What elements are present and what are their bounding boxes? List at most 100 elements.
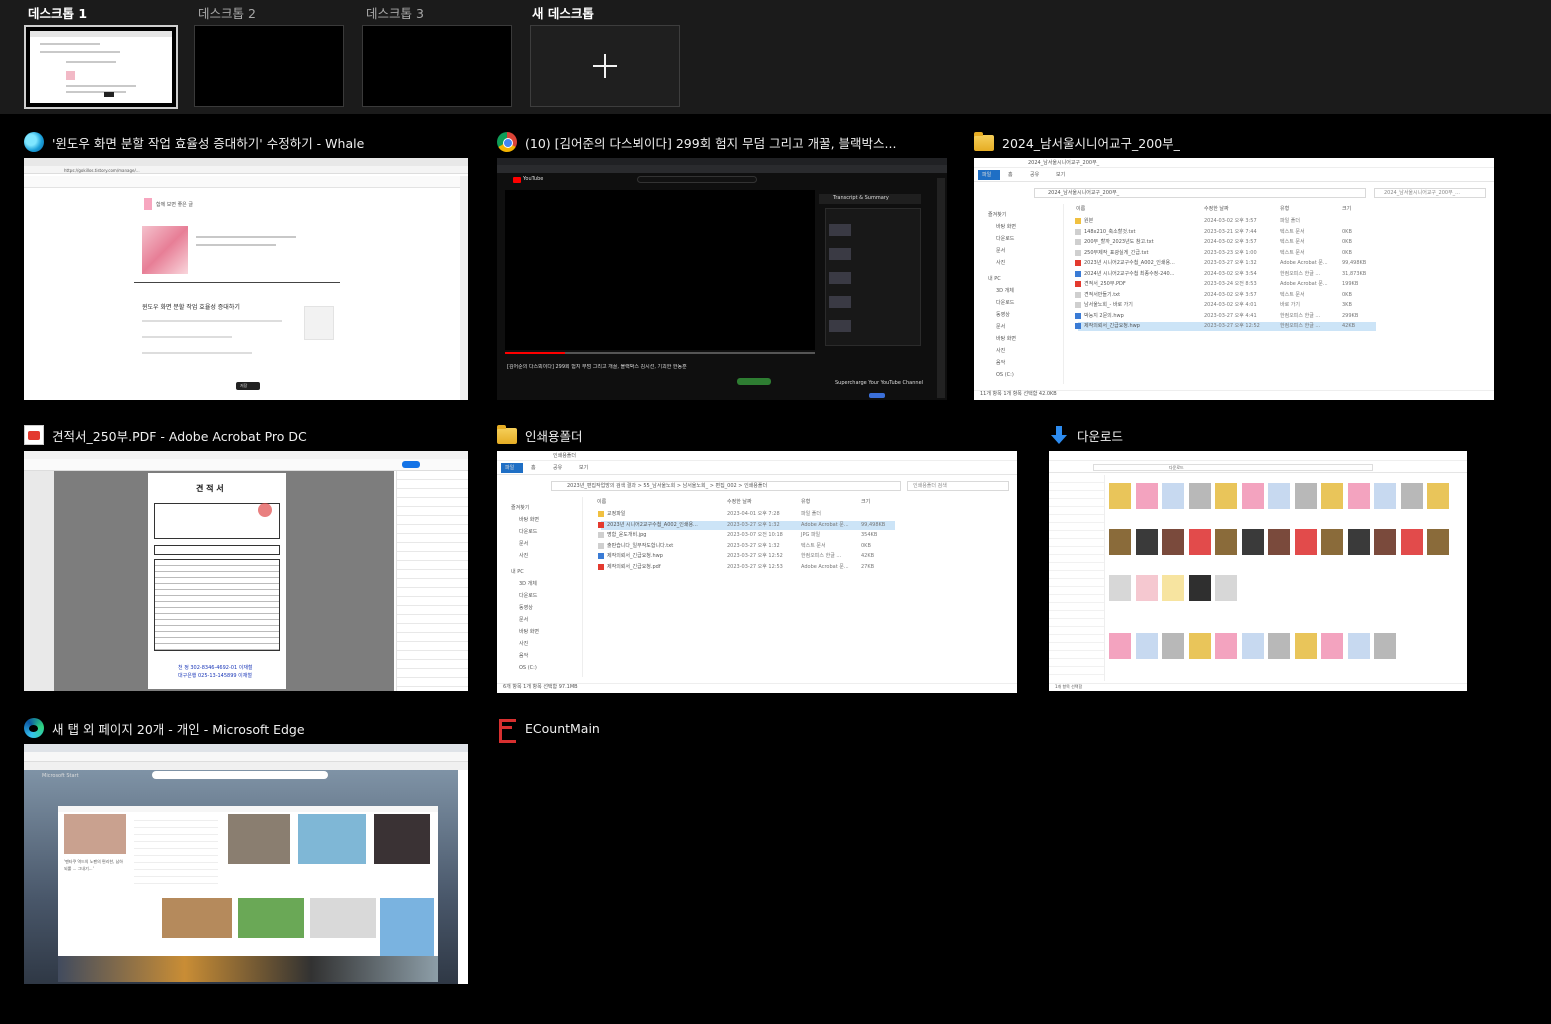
file-thumbnail[interactable]	[1347, 529, 1370, 555]
window-card-downloads[interactable]: 다운로드 다운로드 1개 항목 선택함	[1049, 423, 1467, 693]
window-thumbnail-chrome[interactable]: YouTube [김어준의 다스뵈이다] 299회 험지 무덤 그리고 개꿀, …	[497, 158, 947, 400]
file-thumbnail[interactable]	[1268, 529, 1290, 555]
file-thumbnail[interactable]	[1109, 575, 1131, 601]
window-thumbnail-explorer-senior[interactable]: 2024_남서울시니어교구_200부_ 파일 홈 공유 보기 2024_남서울시…	[974, 158, 1494, 400]
file-thumbnail[interactable]	[1400, 529, 1423, 555]
file-type: 텍스트 문서	[1280, 291, 1305, 298]
file-name[interactable]: 원본	[1084, 218, 1093, 225]
file-name[interactable]: 2024년 시니어2교구수첩 최종수정-240...	[1084, 271, 1174, 278]
file-thumbnail[interactable]	[1241, 633, 1264, 659]
navigation-pane: 즐겨찾기 바탕 화면 다운로드 문서 사진 내 PC 3D 개체 다운로드 동영…	[497, 497, 583, 677]
file-thumbnail[interactable]	[1268, 483, 1290, 509]
file-icon	[1075, 312, 1081, 319]
file-name[interactable]: 견적서_250부.PDF	[1084, 281, 1126, 288]
file-thumbnail[interactable]	[1109, 633, 1131, 659]
file-thumbnail[interactable]	[1215, 575, 1237, 601]
file-date: 2023-03-23 오후 1:00	[1204, 249, 1257, 256]
file-thumbnail[interactable]	[1135, 483, 1158, 509]
file-thumbnail[interactable]	[1374, 483, 1396, 509]
window-thumbnail-downloads[interactable]: 다운로드 1개 항목 선택함	[1049, 451, 1467, 691]
file-thumbnail[interactable]	[1188, 529, 1211, 555]
file-name[interactable]: 제작의뢰서_긴급요청.hwp	[1084, 323, 1140, 330]
file-thumbnail[interactable]	[1215, 529, 1237, 555]
file-date: 2024-03-02 오후 4:01	[1204, 302, 1257, 308]
window-title: 새 탭 외 페이지 20개 - 개인 - Microsoft Edge	[52, 721, 305, 737]
file-thumbnail[interactable]	[1321, 529, 1343, 555]
file-icon	[598, 532, 604, 538]
file-size: 199KB	[1342, 281, 1359, 287]
new-desktop-button[interactable]	[530, 25, 680, 107]
file-thumbnail[interactable]	[1135, 529, 1158, 555]
desktop-3-preview[interactable]	[362, 25, 512, 107]
file-thumbnail[interactable]	[1241, 483, 1264, 509]
file-size: 42KB	[1342, 323, 1356, 329]
file-thumbnail[interactable]	[1162, 633, 1184, 659]
file-thumbnail[interactable]	[1188, 483, 1211, 509]
file-name[interactable]: 교정파일	[607, 511, 625, 518]
window-title: (10) [김어준의 다스뵈이다] 299회 험지 무덤 그리고 개꿀, 블랙박…	[525, 135, 897, 151]
file-name[interactable]: 명함_윤도개비.jpg	[607, 532, 646, 539]
window-thumbnail-acrobat[interactable]: 견 적 서 천 정 302-8346-4692-01 이재철 대구은행 025-…	[24, 451, 468, 691]
desktop-3-label: 데스크톱 3	[366, 6, 424, 21]
desktop-1-preview[interactable]	[24, 25, 178, 109]
file-thumbnail[interactable]	[1188, 575, 1211, 601]
plus-icon	[593, 54, 617, 78]
file-thumbnail[interactable]	[1321, 483, 1343, 509]
window-thumbnail-whale[interactable]: https://gokillos.tistory.com/manage/... …	[24, 158, 468, 400]
file-thumbnail[interactable]	[1135, 633, 1158, 659]
file-thumbnail[interactable]	[1109, 483, 1131, 509]
chrome-icon	[497, 132, 517, 152]
file-name[interactable]: 250부제작_표광실게_긴급.txt	[1084, 250, 1148, 257]
file-name[interactable]: 2023년 시니어2교구수첩_A002_인쇄용...	[1084, 260, 1175, 267]
file-thumbnail[interactable]	[1427, 483, 1449, 509]
file-thumbnail[interactable]	[1347, 633, 1370, 659]
window-thumbnail-edge[interactable]: Microsoft Start '펜타쿠 역드의 노팬의 편리한, 남하 되롤 …	[24, 744, 468, 984]
window-card-ecount[interactable]: ECountMain	[497, 716, 797, 743]
file-type: Adobe Acrobat 문...	[1280, 260, 1328, 266]
file-name[interactable]: 출판습니다_일부작도합니다.txt	[607, 543, 673, 550]
window-card-explorer-print[interactable]: 인쇄용폴더 인쇄용폴더 파일 홈 공유 보기 2023년_편집작업방의 검색 결…	[497, 423, 1017, 695]
window-card-explorer-senior[interactable]: 2024_남서울시니어교구_200부_ 2024_남서울시니어교구_200부_ …	[974, 130, 1494, 402]
file-thumbnail[interactable]	[1215, 633, 1237, 659]
file-thumbnail[interactable]	[1294, 529, 1317, 555]
window-card-edge[interactable]: 새 탭 외 페이지 20개 - 개인 - Microsoft Edge Micr…	[24, 716, 468, 986]
file-icon	[1075, 249, 1081, 256]
desktop-2-preview[interactable]	[194, 25, 344, 107]
file-thumbnail[interactable]	[1109, 529, 1131, 555]
window-card-chrome[interactable]: (10) [김어준의 다스뵈이다] 299회 험지 무덤 그리고 개꿀, 블랙박…	[497, 130, 947, 402]
file-thumbnail[interactable]	[1162, 575, 1184, 601]
file-name[interactable]: 제작의뢰서_긴급요청.hwp	[607, 553, 663, 560]
file-name[interactable]: 제작의뢰서_긴급요청.pdf	[607, 564, 661, 571]
file-date: 2023-04-01 오후 7:28	[727, 511, 780, 517]
file-name[interactable]: 2023년 시니어2교구수첩_A002_인쇄용...	[607, 522, 698, 529]
file-thumbnail[interactable]	[1294, 483, 1317, 509]
file-thumbnail[interactable]	[1321, 633, 1343, 659]
file-thumbnail[interactable]	[1162, 483, 1184, 509]
file-thumbnail[interactable]	[1427, 529, 1449, 555]
file-size: 354KB	[861, 532, 878, 538]
file-thumbnail[interactable]	[1188, 633, 1211, 659]
file-icon	[598, 563, 604, 570]
file-name[interactable]: 박능지 2문의.hwp	[1084, 313, 1124, 320]
file-thumbnail[interactable]	[1347, 483, 1370, 509]
file-thumbnail[interactable]	[1294, 633, 1317, 659]
file-thumbnail[interactable]	[1374, 529, 1396, 555]
file-thumbnail[interactable]	[1135, 575, 1158, 601]
window-card-acrobat[interactable]: 견적서_250부.PDF - Adobe Acrobat Pro DC 견 적 …	[24, 423, 468, 693]
file-thumbnail[interactable]	[1268, 633, 1290, 659]
file-thumbnail[interactable]	[1374, 633, 1396, 659]
file-type: 파일 폴더	[1280, 218, 1300, 224]
file-type: 텍스트 문서	[801, 542, 826, 549]
file-name[interactable]: 견적서만들기.txt	[1084, 292, 1120, 299]
file-thumbnail[interactable]	[1162, 529, 1184, 555]
thumbnail-grid	[1109, 483, 1459, 683]
file-thumbnail[interactable]	[1400, 483, 1423, 509]
window-thumbnail-explorer-print[interactable]: 인쇄용폴더 파일 홈 공유 보기 2023년_편집작업방의 검색 결과 > 55…	[497, 451, 1017, 693]
file-thumbnail[interactable]	[1215, 483, 1237, 509]
file-icon	[598, 553, 604, 559]
file-name[interactable]: 148x210_축소할것.txt	[1084, 229, 1135, 236]
file-thumbnail[interactable]	[1241, 529, 1264, 555]
file-name[interactable]: 200부_할까_2023년도 참고.txt	[1084, 239, 1154, 246]
window-card-whale[interactable]: '윈도우 화면 분할 작업 효율성 증대하기' 수정하기 - Whale htt…	[24, 130, 468, 402]
file-name[interactable]: 남서울노회_- 바로 가기	[1084, 302, 1133, 309]
